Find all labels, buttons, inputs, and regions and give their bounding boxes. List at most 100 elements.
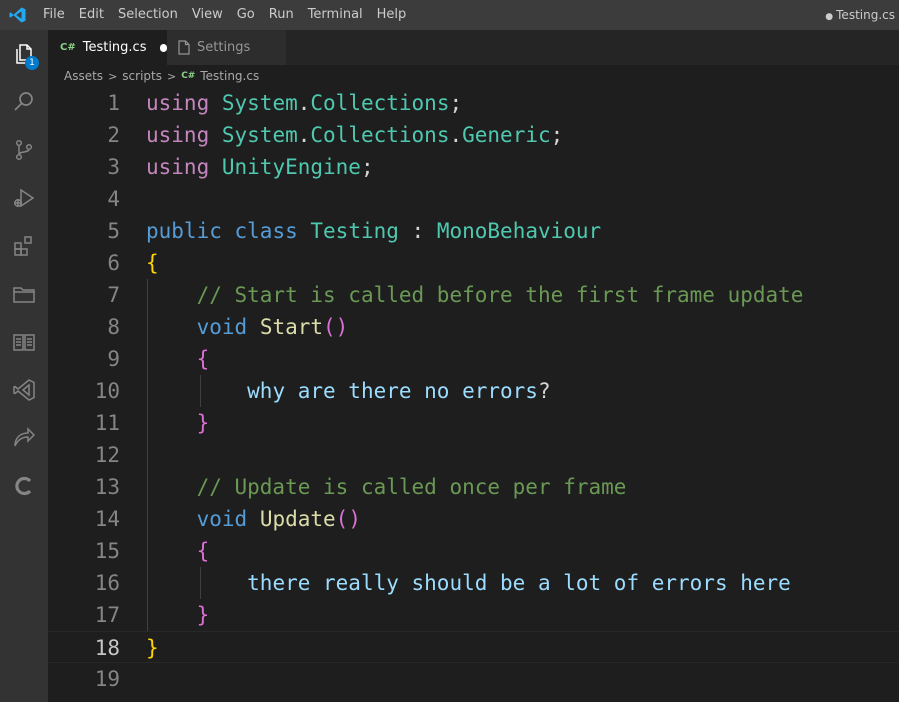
vscode-logo-icon bbox=[9, 7, 26, 23]
code-token: void bbox=[196, 315, 248, 339]
tab-bar: C# Testing.cs Settings bbox=[48, 30, 899, 65]
menu-run[interactable]: Run bbox=[262, 0, 301, 30]
line-number: 7 bbox=[107, 283, 120, 307]
run-debug-icon bbox=[14, 188, 35, 208]
source-control-icon bbox=[15, 139, 33, 161]
explorer-button[interactable]: 1 bbox=[0, 30, 48, 78]
code-text: // Start is called before the first fram… bbox=[146, 279, 804, 311]
extensions-button[interactable] bbox=[0, 222, 48, 270]
line-number: 6 bbox=[107, 251, 120, 275]
code-line[interactable]: 13 // Update is called once per frame bbox=[48, 471, 899, 503]
code-line[interactable]: 18} bbox=[48, 631, 899, 663]
line-number: 1 bbox=[107, 91, 120, 115]
menu-terminal[interactable]: Terminal bbox=[301, 0, 370, 30]
chevron-right-icon: > bbox=[166, 69, 177, 83]
code-token: { bbox=[196, 539, 210, 563]
code-text: } bbox=[146, 632, 159, 664]
code-line[interactable]: 1 using System.Collections; bbox=[48, 87, 899, 119]
code-token: () bbox=[335, 507, 361, 531]
tab-label: Settings bbox=[197, 40, 251, 55]
file-icon bbox=[178, 40, 190, 55]
code-line[interactable]: 11 } bbox=[48, 407, 899, 439]
modified-indicator: ● bbox=[825, 12, 834, 22]
code-token: System bbox=[221, 123, 298, 147]
code-line[interactable]: 12 bbox=[48, 439, 899, 471]
code-token: MonoBehaviour bbox=[436, 219, 602, 243]
code-token: ; bbox=[449, 91, 463, 115]
code-token: // Update is called once per frame bbox=[196, 475, 627, 499]
folder-icon bbox=[13, 287, 35, 303]
menu-selection[interactable]: Selection bbox=[111, 0, 185, 30]
code-text: } bbox=[146, 407, 210, 439]
line-number: 10 bbox=[94, 379, 120, 403]
code-editor[interactable]: 1 using System.Collections; 2 using System.… bbox=[48, 87, 899, 702]
code-line[interactable]: 2 using System.Collections.Generic; bbox=[48, 119, 899, 151]
visual-studio-button[interactable] bbox=[0, 366, 48, 414]
remote-button[interactable] bbox=[0, 414, 48, 462]
chevron-right-icon: > bbox=[108, 69, 118, 83]
code-token: Generic bbox=[462, 123, 551, 147]
code-token: class bbox=[234, 219, 298, 243]
code-line[interactable]: 5 public class Testing : MonoBehaviour bbox=[48, 215, 899, 247]
line-number: 12 bbox=[94, 443, 120, 467]
code-line[interactable]: 19 bbox=[48, 663, 899, 695]
c-extension-button[interactable] bbox=[0, 462, 48, 510]
code-text: using System.Collections.Generic; bbox=[146, 119, 563, 151]
code-line[interactable]: 16 there really should be a lot of error… bbox=[48, 567, 899, 599]
menu-help[interactable]: Help bbox=[370, 0, 414, 30]
line-number: 15 bbox=[94, 539, 120, 563]
code-line[interactable]: 8 void Start() bbox=[48, 311, 899, 343]
folder-button[interactable] bbox=[0, 270, 48, 318]
code-text: why are there no errors? bbox=[146, 375, 550, 407]
c-icon bbox=[15, 476, 32, 496]
search-button[interactable] bbox=[0, 78, 48, 126]
menu-view[interactable]: View bbox=[185, 0, 230, 30]
code-token: ; bbox=[550, 123, 564, 147]
visual-studio-icon bbox=[13, 379, 35, 401]
source-control-button[interactable] bbox=[0, 126, 48, 174]
code-line[interactable]: 17 } bbox=[48, 599, 899, 631]
code-token: () bbox=[323, 315, 349, 339]
code-token: . bbox=[449, 123, 463, 147]
line-number: 4 bbox=[107, 187, 120, 211]
code-line[interactable]: 3 using UnityEngine; bbox=[48, 151, 899, 183]
code-line[interactable]: 14 void Update() bbox=[48, 503, 899, 535]
breadcrumb-item-scripts[interactable]: scripts bbox=[122, 69, 162, 83]
run-debug-button[interactable] bbox=[0, 174, 48, 222]
tab-testing-cs[interactable]: C# Testing.cs bbox=[48, 30, 167, 65]
code-token: why are there no errors bbox=[247, 379, 538, 403]
breadcrumb-item-assets[interactable]: Assets bbox=[64, 69, 103, 83]
csharp-file-icon: C# bbox=[60, 42, 76, 53]
menu-file[interactable]: File bbox=[36, 0, 72, 30]
code-line[interactable]: 9 { bbox=[48, 343, 899, 375]
code-line[interactable]: 10 why are there no errors? bbox=[48, 375, 899, 407]
menu-edit[interactable]: Edit bbox=[72, 0, 111, 30]
line-number: 2 bbox=[107, 123, 120, 147]
tab-label: Testing.cs bbox=[82, 40, 147, 55]
activity-bar: 1 bbox=[0, 30, 48, 702]
code-line[interactable]: 4 bbox=[48, 183, 899, 215]
csharp-file-icon: C# bbox=[181, 71, 196, 81]
book-button[interactable] bbox=[0, 318, 48, 366]
breadcrumb-item-file[interactable]: Testing.cs bbox=[200, 69, 259, 83]
line-number: 17 bbox=[94, 603, 120, 627]
code-line[interactable]: 7 // Start is called before the first fr… bbox=[48, 279, 899, 311]
tab-settings[interactable]: Settings bbox=[167, 30, 286, 65]
breadcrumb: Assets > scripts > C# Testing.cs bbox=[48, 65, 899, 87]
code-text: // Update is called once per frame bbox=[146, 471, 627, 503]
remote-icon bbox=[14, 427, 36, 447]
menu-go[interactable]: Go bbox=[230, 0, 262, 30]
code-text: there really should be a lot of errors h… bbox=[146, 567, 791, 599]
code-token: void bbox=[196, 507, 248, 531]
code-line[interactable]: 6{ bbox=[48, 247, 899, 279]
code-line[interactable]: 15 { bbox=[48, 535, 899, 567]
